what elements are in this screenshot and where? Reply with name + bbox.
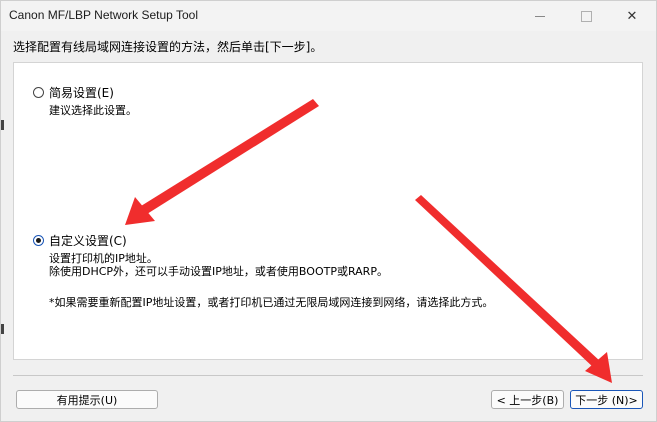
title-bar: Canon MF/LBP Network Setup Tool ✕	[1, 1, 656, 31]
options-panel: 简易设置(E) 建议选择此设置。 自定义设置(C) 设置打印机的IP地址。 除使…	[13, 62, 643, 360]
back-button[interactable]: < 上一步(B)	[491, 390, 564, 409]
easy-setup-label: 简易设置(E)	[49, 86, 114, 100]
setup-tool-window: Canon MF/LBP Network Setup Tool ✕ 选择配置有线…	[0, 0, 657, 422]
useful-hints-button[interactable]: 有用提示(U)	[16, 390, 158, 409]
window-title: Canon MF/LBP Network Setup Tool	[9, 8, 198, 22]
custom-setup-description-line2: 除使用DHCP外，还可以手动设置IP地址，或者使用BOOTP或RARP。	[49, 265, 388, 278]
next-button[interactable]: 下一步 (N)>	[570, 390, 643, 409]
maximize-button[interactable]	[563, 1, 609, 31]
minimize-button[interactable]	[517, 1, 563, 31]
custom-setup-radio[interactable]	[33, 235, 44, 246]
easy-setup-radio[interactable]	[33, 87, 44, 98]
close-icon: ✕	[626, 8, 638, 24]
edge-mark	[1, 324, 4, 334]
custom-setup-note: *如果需要重新配置IP地址设置，或者打印机已通过无限局域网连接到网络，请选择此方…	[49, 296, 494, 309]
maximize-icon	[580, 10, 592, 22]
custom-setup-label: 自定义设置(C)	[49, 234, 127, 248]
instruction-text: 选择配置有线局域网连接设置的方法，然后单击[下一步]。	[13, 40, 323, 54]
close-button[interactable]: ✕	[609, 1, 655, 31]
option-easy-setup[interactable]: 简易设置(E)	[33, 84, 114, 101]
footer-divider	[13, 375, 643, 376]
edge-mark	[1, 120, 4, 130]
minimize-icon	[535, 15, 545, 17]
easy-setup-description: 建议选择此设置。	[49, 104, 137, 117]
option-custom-setup[interactable]: 自定义设置(C)	[33, 232, 127, 249]
